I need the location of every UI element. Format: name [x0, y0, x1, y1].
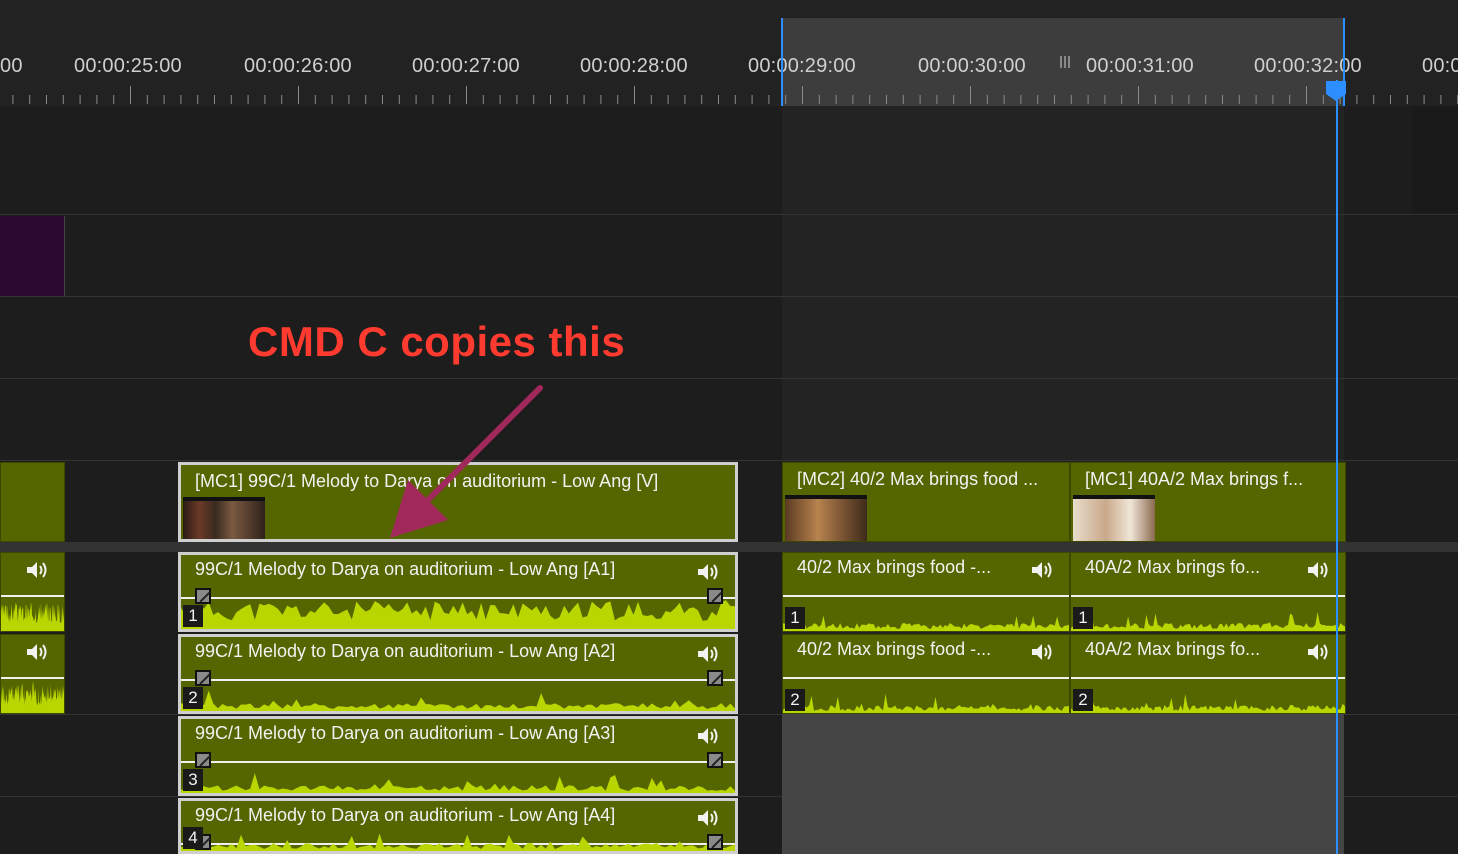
audio-clip-selected[interactable]: 99C/1 Melody to Darya on auditorium - Lo…	[178, 798, 738, 854]
waveform	[1, 602, 64, 631]
clip-label: 40/2 Max brings food -...	[797, 639, 992, 659]
video-clip[interactable]: [MC2] 40/2 Max brings food ...	[782, 462, 1070, 542]
channel-number: 2	[183, 687, 203, 709]
track-divider	[0, 296, 1458, 297]
waveform	[181, 690, 735, 711]
audio-clip[interactable]: 40A/2 Max brings fo... 1	[1070, 552, 1346, 632]
empty-range	[782, 714, 1344, 854]
ruler-timecode: 00	[0, 55, 23, 77]
keyframe-icon[interactable]	[707, 752, 723, 768]
ruler-timecode: 00:00:25:00	[74, 55, 182, 77]
playhead-line[interactable]	[1336, 80, 1338, 854]
channel-number: 4	[183, 827, 203, 849]
clip-thumbnail	[183, 497, 265, 539]
ruler-ticks	[12, 86, 1458, 104]
waveform	[181, 833, 735, 851]
clip-label: 40A/2 Max brings fo...	[1085, 639, 1261, 659]
audio-clip[interactable]: 40/2 Max brings food -... 2	[782, 634, 1070, 714]
clip-thumbnail	[785, 495, 867, 541]
speaker-icon[interactable]	[695, 561, 723, 583]
speaker-icon[interactable]	[1305, 559, 1333, 581]
keyframe-icon[interactable]	[707, 588, 723, 604]
speaker-icon[interactable]	[24, 559, 52, 581]
waveform	[1, 681, 64, 713]
track-divider	[0, 214, 1458, 215]
audio-clip-partial[interactable]	[0, 634, 65, 714]
ruler-timecode: 00:00:29:00	[748, 55, 856, 77]
speaker-icon[interactable]	[1029, 559, 1057, 581]
speaker-icon[interactable]	[1029, 641, 1057, 663]
clip-label: 40A/2 Max brings fo...	[1085, 557, 1261, 577]
track-separator	[0, 542, 1458, 552]
clip-label: 99C/1 Melody to Darya on auditorium - Lo…	[195, 723, 616, 743]
keyframe-icon[interactable]	[195, 670, 211, 686]
waveform	[1071, 693, 1345, 713]
audio-clip-selected[interactable]: 99C/1 Melody to Darya on auditorium - Lo…	[178, 716, 738, 796]
ruler-timecode: 00:00:28:00	[580, 55, 688, 77]
ruler-timecode: 00:00:30:00	[918, 55, 1026, 77]
keyframe-icon[interactable]	[195, 588, 211, 604]
in-point-marker[interactable]	[781, 18, 783, 106]
waveform	[783, 611, 1069, 631]
waveform	[1071, 611, 1345, 631]
arrow-annotation-icon	[390, 385, 543, 538]
video-clip[interactable]: [MC1] 40A/2 Max brings f...	[1070, 462, 1346, 542]
ruler-timecode: 00:00:27:00	[412, 55, 520, 77]
work-area-grip-icon[interactable]	[1060, 55, 1070, 68]
audio-clip[interactable]: 40A/2 Max brings fo... 2	[1070, 634, 1346, 714]
audio-clip-selected[interactable]: 99C/1 Melody to Darya on auditorium - Lo…	[178, 634, 738, 714]
waveform	[181, 773, 735, 793]
annotation-label: CMD C copies this	[248, 318, 626, 365]
channel-number: 2	[1073, 689, 1093, 711]
speaker-icon[interactable]	[1305, 641, 1333, 663]
clip-label: 99C/1 Melody to Darya on auditorium - Lo…	[195, 559, 616, 579]
channel-number: 2	[785, 689, 805, 711]
clip-label: [MC2] 40/2 Max brings food ...	[797, 469, 1039, 489]
clip-label: [MC1] 40A/2 Max brings f...	[1085, 469, 1304, 489]
nested-sequence-clip[interactable]	[0, 216, 65, 296]
keyframe-icon[interactable]	[707, 834, 723, 850]
speaker-icon[interactable]	[695, 643, 723, 665]
ruler-timecode: 00:00:32:00	[1254, 55, 1362, 77]
keyframe-icon[interactable]	[195, 752, 211, 768]
clip-label: 40/2 Max brings food -...	[797, 557, 992, 577]
video-clip-partial[interactable]	[0, 462, 65, 542]
playhead-icon[interactable]	[1325, 80, 1347, 102]
keyframe-icon[interactable]	[707, 670, 723, 686]
channel-number: 3	[183, 769, 203, 791]
speaker-icon[interactable]	[695, 725, 723, 747]
track-filler	[1412, 106, 1458, 216]
track-divider	[0, 460, 1458, 461]
channel-number: 1	[183, 605, 203, 627]
audio-clip-selected[interactable]: 99C/1 Melody to Darya on auditorium - Lo…	[178, 552, 738, 632]
channel-number: 1	[785, 607, 805, 629]
track-divider	[0, 378, 1458, 379]
ruler-timecode: 00:0	[1422, 55, 1458, 77]
audio-clip-partial[interactable]	[0, 552, 65, 632]
clip-label: 99C/1 Melody to Darya on auditorium - Lo…	[195, 641, 616, 661]
speaker-icon[interactable]	[24, 641, 52, 663]
waveform	[783, 693, 1069, 713]
ruler-timecode: 00:00:26:00	[244, 55, 352, 77]
ruler-timecode: 00:00:31:00	[1086, 55, 1194, 77]
waveform	[181, 600, 735, 629]
audio-clip[interactable]: 40/2 Max brings food -... 1	[782, 552, 1070, 632]
clip-thumbnail	[1073, 495, 1155, 541]
channel-number: 1	[1073, 607, 1093, 629]
